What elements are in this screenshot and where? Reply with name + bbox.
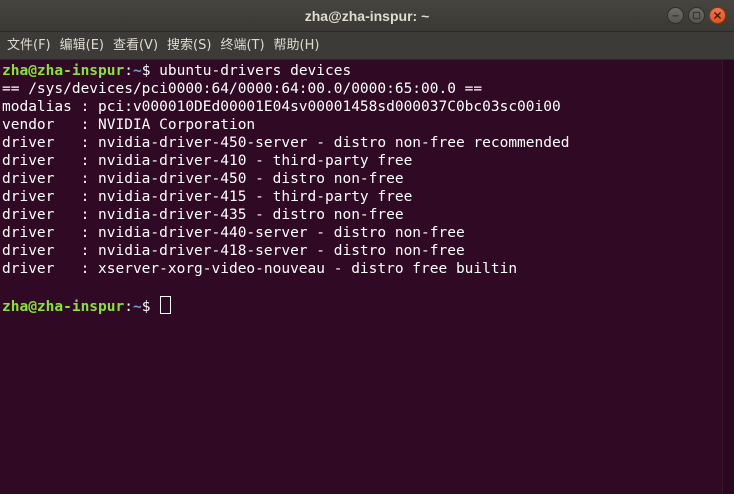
menu-view[interactable]: 查看(V) [109,32,163,60]
scrollbar[interactable] [722,60,734,494]
maximize-icon [692,11,701,20]
prompt-separator: : [124,63,133,79]
title-bar[interactable]: zha@zha-inspur: ~ [0,0,734,32]
output-line: driver : nvidia-driver-410 - third-party… [2,153,413,169]
output-line: modalias : pci:v000010DEd00001E04sv00001… [2,99,561,115]
minimize-button[interactable] [667,7,684,24]
window-controls [667,7,726,25]
menu-help[interactable]: 帮助(H) [270,32,325,60]
menu-search[interactable]: 搜索(S) [163,32,216,60]
window-title: zha@zha-inspur: ~ [304,8,430,24]
minimize-icon [672,15,679,17]
prompt-path: ~ [132,299,142,315]
output-line: driver : nvidia-driver-440-server - dist… [2,225,465,241]
terminal-window: zha@zha-inspur: ~ 文件(F) 编辑(E) 查看(V) 搜索(S… [0,0,734,494]
prompt-symbol: $ [141,63,160,79]
prompt-symbol: $ [141,299,160,315]
close-button[interactable] [709,7,726,24]
output-line: driver : nvidia-driver-450 - distro non-… [2,171,404,187]
prompt-user: zha@zha-inspur [2,299,125,315]
prompt-separator: : [124,299,133,315]
text-cursor [160,296,172,314]
output-line: driver : nvidia-driver-415 - third-party… [2,189,413,205]
menu-bar: 文件(F) 编辑(E) 查看(V) 搜索(S) 终端(T) 帮助(H) [0,32,734,60]
prompt-user: zha@zha-inspur [2,63,125,79]
command-text: ubuntu-drivers devices [159,63,352,79]
output-line: driver : nvidia-driver-450-server - dist… [2,135,570,151]
terminal-area[interactable]: zha@zha-inspur:~$ ubuntu-drivers devices… [0,60,722,494]
menu-edit[interactable]: 编辑(E) [56,32,109,60]
menu-terminal[interactable]: 终端(T) [216,32,269,60]
output-line: driver : nvidia-driver-418-server - dist… [2,243,465,259]
maximize-button[interactable] [688,7,705,24]
prompt-line: zha@zha-inspur:~$ [0,296,722,315]
output-line: driver : xserver-xorg-video-nouveau - di… [2,261,518,277]
output-line: == /sys/devices/pci0000:64/0000:64:00.0/… [2,81,483,97]
close-icon [714,12,721,19]
output-line: vendor : NVIDIA Corporation [2,117,256,133]
command-line: zha@zha-inspur:~$ ubuntu-drivers devices [0,62,722,80]
menu-file[interactable]: 文件(F) [3,32,56,60]
prompt-path: ~ [132,63,142,79]
output-line: driver : nvidia-driver-435 - distro non-… [2,207,404,223]
